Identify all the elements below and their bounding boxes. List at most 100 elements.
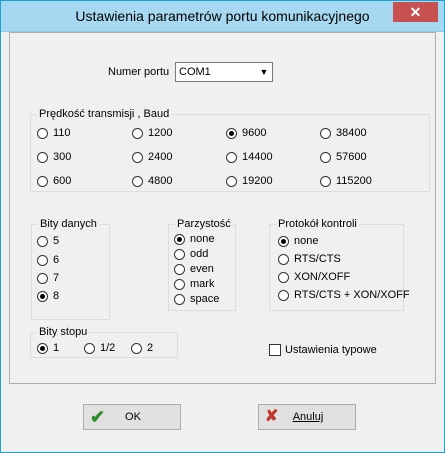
window-title: Ustawienia parametrów portu komunikacyjn… <box>75 8 370 24</box>
baud-option-9600-radio[interactable]: 9600 <box>226 127 266 139</box>
radio-dot <box>320 151 331 163</box>
data-bits-option-6-radio[interactable]: 6 <box>37 254 59 266</box>
baud-option-115200-label: 115200 <box>336 175 372 187</box>
radio-dot <box>84 342 95 354</box>
data-bits-option-8-label: 8 <box>53 290 60 302</box>
radio-dot <box>174 233 185 245</box>
protocol-option-1-radio[interactable]: RTS/CTS <box>278 253 341 265</box>
baud-option-4800-label: 4800 <box>148 175 173 187</box>
radio-dot <box>37 235 48 247</box>
baud-option-110-label: 110 <box>53 127 71 139</box>
baud-option-19200-label: 19200 <box>242 175 273 187</box>
radio-dot <box>132 127 143 139</box>
radio-dot <box>226 127 237 139</box>
settings-panel: Numer portu COM1 ▼ Prędkość transmisji ,… <box>9 32 436 384</box>
stop-bits-option-2-label: 2 <box>147 342 154 354</box>
radio-dot <box>132 175 143 187</box>
radio-dot <box>278 253 289 265</box>
radio-dot <box>37 342 48 354</box>
baud-option-4800-radio[interactable]: 4800 <box>132 175 172 187</box>
baud-option-38400-label: 38400 <box>336 127 367 139</box>
port-select-value: COM1 <box>179 66 211 78</box>
radio-dot <box>174 248 185 260</box>
stop-bits-option-0-radio[interactable]: 1 <box>37 342 59 354</box>
radio-dot <box>278 235 289 247</box>
radio-dot <box>320 175 331 187</box>
data-bits-option-5-radio[interactable]: 5 <box>37 235 59 247</box>
baud-option-19200-radio[interactable]: 19200 <box>226 175 273 187</box>
baud-option-14400-radio[interactable]: 14400 <box>226 151 273 163</box>
chevron-down-icon: ▼ <box>259 67 269 77</box>
radio-dot <box>37 151 48 163</box>
data-bits-option-5-label: 5 <box>53 235 60 247</box>
parity-frame-title: Parzystość <box>175 218 233 231</box>
radio-dot <box>37 127 48 139</box>
data-bits-option-7-label: 7 <box>53 272 60 284</box>
radio-dot <box>37 175 48 187</box>
protocol-option-2-label: XON/XOFF <box>294 271 351 283</box>
protocol-frame-title: Protokół kontroli <box>276 218 359 231</box>
cancel-button[interactable]: ✘ Anuluj <box>258 404 356 430</box>
baud-option-57600-radio[interactable]: 57600 <box>320 151 367 163</box>
data-bits-frame-title: Bity danych <box>38 218 99 231</box>
radio-dot <box>320 127 331 139</box>
stop-bits-option-1-radio[interactable]: 1/2 <box>84 342 115 354</box>
defaults-checkbox[interactable]: Ustawienia typowe <box>269 344 377 356</box>
baud-option-115200-radio[interactable]: 115200 <box>320 175 372 187</box>
parity-option-even-radio[interactable]: even <box>174 263 214 275</box>
data-bits-option-6-label: 6 <box>53 254 60 266</box>
baud-option-9600-label: 9600 <box>242 127 267 139</box>
baud-option-14400-label: 14400 <box>242 151 273 163</box>
radio-dot <box>174 278 185 290</box>
close-button[interactable]: ✕ <box>393 2 438 22</box>
parity-option-odd-radio[interactable]: odd <box>174 248 208 260</box>
protocol-option-3-label: RTS/CTS + XON/XOFF <box>294 289 410 301</box>
stop-bits-option-1-label: 1/2 <box>100 342 116 354</box>
parity-option-odd-label: odd <box>190 248 209 260</box>
baud-option-2400-radio[interactable]: 2400 <box>132 151 172 163</box>
stop-bits-frame-title: Bity stopu <box>37 326 90 339</box>
parity-option-even-label: even <box>190 263 214 275</box>
parity-option-none-label: none <box>190 233 215 245</box>
radio-dot <box>37 254 48 266</box>
radio-dot <box>37 272 48 284</box>
baud-frame-title: Prędkość transmisji , Baud <box>37 108 172 121</box>
protocol-option-2-radio[interactable]: XON/XOFF <box>278 271 350 283</box>
protocol-option-3-radio[interactable]: RTS/CTS + XON/XOFF <box>278 289 410 301</box>
radio-dot <box>278 271 289 283</box>
stop-bits-option-0-label: 1 <box>53 342 60 354</box>
port-select[interactable]: COM1 ▼ <box>175 62 273 82</box>
baud-option-1200-radio[interactable]: 1200 <box>132 127 172 139</box>
radio-dot <box>174 263 185 275</box>
stop-bits-option-2-radio[interactable]: 2 <box>131 342 153 354</box>
defaults-checkbox-box <box>269 344 281 356</box>
close-icon: ✕ <box>409 3 422 20</box>
data-bits-option-7-radio[interactable]: 7 <box>37 272 59 284</box>
protocol-option-1-label: RTS/CTS <box>294 253 341 265</box>
radio-dot <box>132 151 143 163</box>
protocol-option-0-radio[interactable]: none <box>278 235 318 247</box>
baud-option-300-radio[interactable]: 300 <box>37 151 71 163</box>
baud-option-600-radio[interactable]: 600 <box>37 175 71 187</box>
protocol-option-0-label: none <box>294 235 319 247</box>
baud-option-2400-label: 2400 <box>148 151 173 163</box>
defaults-checkbox-label: Ustawienia typowe <box>285 344 377 356</box>
parity-option-mark-label: mark <box>190 278 215 290</box>
baud-option-38400-radio[interactable]: 38400 <box>320 127 367 139</box>
cancel-button-label: Anuluj <box>292 411 324 423</box>
parity-option-none-radio[interactable]: none <box>174 233 214 245</box>
radio-dot <box>226 175 237 187</box>
radio-dot <box>226 151 237 163</box>
radio-dot <box>37 290 48 302</box>
radio-dot <box>278 289 289 301</box>
data-bits-option-8-radio[interactable]: 8 <box>37 290 59 302</box>
dialog-window: Ustawienia parametrów portu komunikacyjn… <box>0 0 445 453</box>
title-bar: Ustawienia parametrów portu komunikacyjn… <box>1 1 444 32</box>
ok-button[interactable]: ✔ OK <box>83 404 181 430</box>
radio-dot <box>131 342 142 354</box>
parity-option-mark-radio[interactable]: mark <box>174 278 214 290</box>
baud-option-110-radio[interactable]: 110 <box>37 127 71 139</box>
parity-option-space-radio[interactable]: space <box>174 293 219 305</box>
parity-option-space-label: space <box>190 293 220 305</box>
baud-option-1200-label: 1200 <box>148 127 173 139</box>
